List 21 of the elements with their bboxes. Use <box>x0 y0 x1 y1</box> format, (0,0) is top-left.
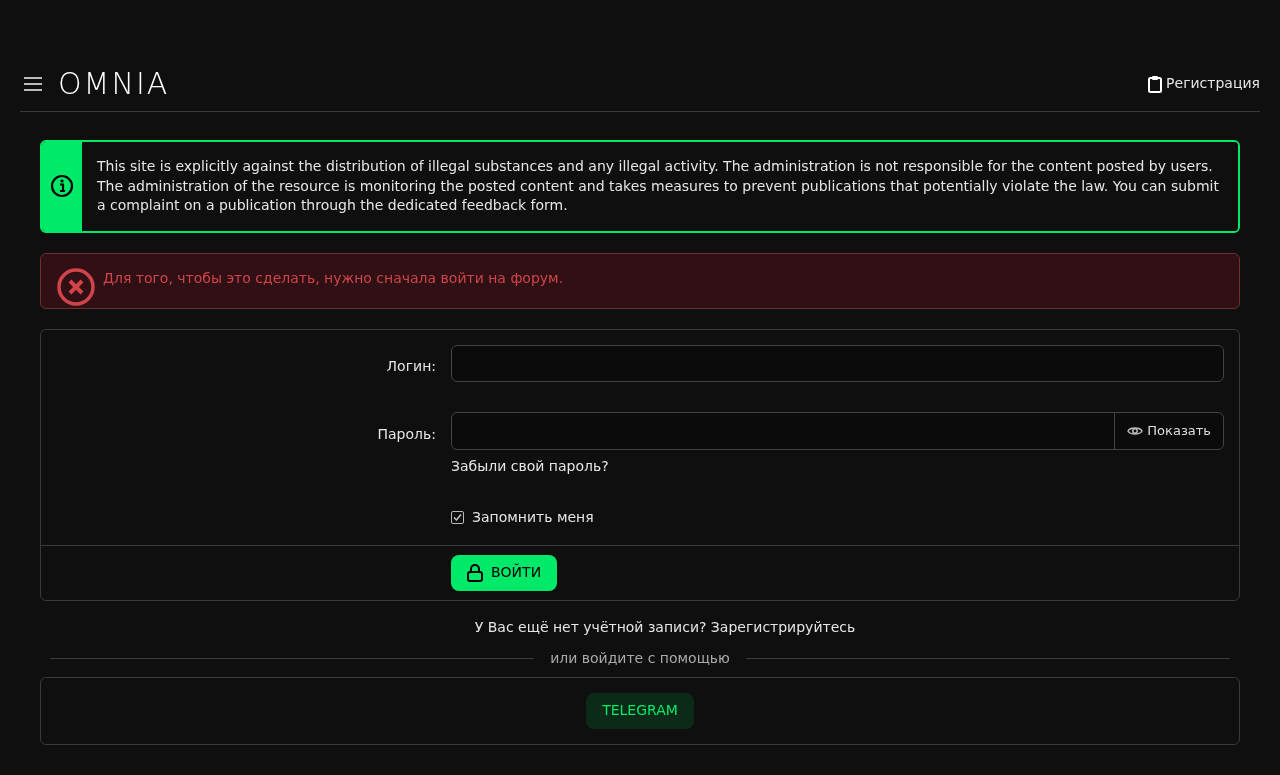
register-prompt-link[interactable]: У Вас ещё нет учётной записи? Зарегистрируйтесь <box>474 618 856 635</box>
remember-label: Запомнить меня <box>472 507 594 527</box>
logo[interactable]: OMNIA <box>58 68 170 99</box>
menu-icon[interactable] <box>24 75 42 92</box>
lock-icon <box>467 563 483 582</box>
social-login-button[interactable]: TELEGRAM <box>586 692 694 729</box>
eye-icon <box>1127 424 1144 437</box>
show-password-button[interactable]: Показать <box>1114 412 1223 449</box>
forgot-password-link[interactable]: Забыли свой пароль? <box>451 455 1224 477</box>
info-icon <box>50 174 74 199</box>
remember-checkbox[interactable] <box>451 510 464 524</box>
password-field[interactable]: Показать <box>451 411 1224 450</box>
error-text: Для того, чтобы это сделать, нужно сначала войти на форум. <box>103 269 564 288</box>
register-link[interactable]: Регистрация <box>1148 73 1260 94</box>
login-field[interactable] <box>451 344 1224 382</box>
password-label: Пароль: <box>377 425 436 442</box>
error-icon <box>57 267 95 306</box>
login-label: Логин: <box>386 357 436 374</box>
clipboard-icon <box>1148 74 1163 93</box>
divider-text: или войдите с помощью <box>550 648 730 668</box>
login-button[interactable]: ВОЙТИ <box>451 554 558 591</box>
